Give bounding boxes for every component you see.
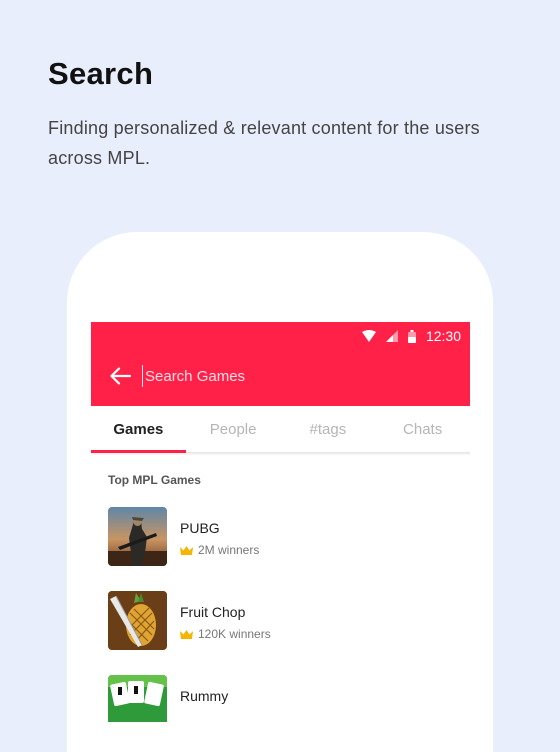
- back-arrow-icon[interactable]: [109, 367, 131, 385]
- tab-games[interactable]: Games: [91, 406, 186, 453]
- pubg-thumbnail: [108, 507, 167, 566]
- winners-count: 2M winners: [180, 543, 259, 557]
- battery-icon: [407, 329, 416, 343]
- game-item-fruit-chop[interactable]: Fruit Chop 120K winners: [91, 577, 470, 661]
- tab-chats[interactable]: Chats: [375, 406, 470, 452]
- game-item-pubg[interactable]: PUBG 2M winners: [91, 493, 470, 577]
- phone-screen: 12:30 Games People #tags Chats Top MPL G…: [91, 322, 470, 722]
- status-bar: 12:30: [361, 327, 461, 345]
- tab-tags[interactable]: #tags: [281, 406, 376, 452]
- search-toolbar: [91, 358, 470, 394]
- game-name: Fruit Chop: [180, 604, 246, 620]
- game-name: Rummy: [180, 688, 229, 704]
- rummy-thumbnail: [108, 675, 167, 722]
- text-cursor: [142, 365, 143, 387]
- game-item-rummy[interactable]: Rummy: [91, 661, 470, 722]
- app-bar: 12:30: [91, 322, 470, 406]
- status-time: 12:30: [425, 328, 461, 344]
- page-heading: Search: [48, 56, 154, 91]
- search-input[interactable]: [145, 362, 445, 390]
- winners-label: 2M winners: [198, 543, 260, 557]
- section-title: Top MPL Games: [108, 473, 201, 487]
- fruit-chop-thumbnail: [108, 591, 167, 650]
- tab-people[interactable]: People: [186, 406, 281, 452]
- crown-icon: [180, 629, 193, 639]
- wifi-icon: [361, 330, 376, 342]
- signal-icon: [385, 330, 398, 342]
- crown-icon: [180, 545, 193, 555]
- game-name: PUBG: [180, 520, 220, 536]
- page-subtitle: Finding personalized & relevant content …: [48, 118, 480, 168]
- tab-bar: Games People #tags Chats: [91, 406, 470, 453]
- winners-count: 120K winners: [180, 627, 271, 641]
- winners-label: 120K winners: [198, 627, 271, 641]
